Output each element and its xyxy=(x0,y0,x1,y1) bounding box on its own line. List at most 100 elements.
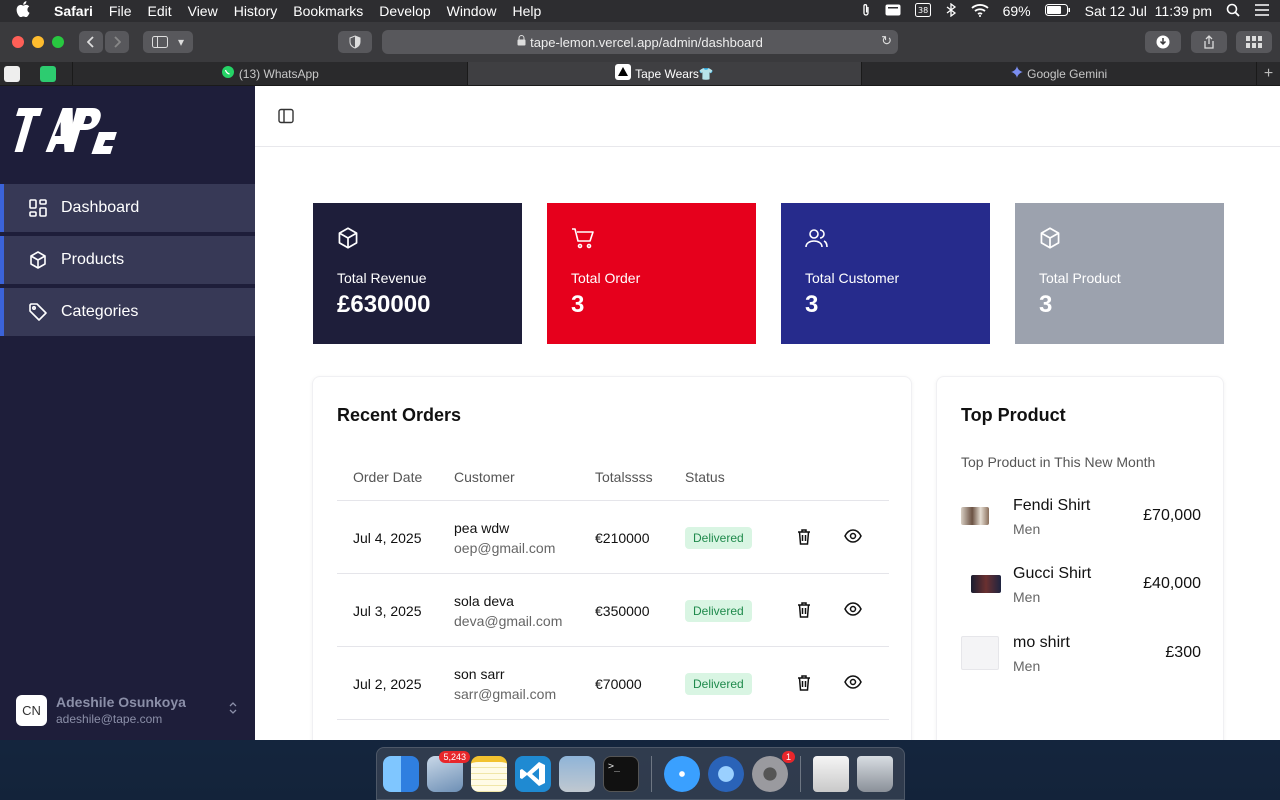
minimize-window-button[interactable] xyxy=(32,36,44,48)
stat-label: Total Revenue xyxy=(337,270,427,286)
stat-card-revenue[interactable]: Total Revenue £630000 xyxy=(313,203,522,344)
customer-name: pea wdw xyxy=(454,520,510,536)
orders-table: Order Date Customer Totalssss Status Jul… xyxy=(337,451,889,720)
menu-develop[interactable]: Develop xyxy=(371,3,438,19)
bluetooth-icon[interactable] xyxy=(945,2,957,20)
trash-icon[interactable] xyxy=(797,675,811,694)
tab-whatsapp[interactable]: (13) WhatsApp xyxy=(72,62,467,85)
back-button[interactable] xyxy=(79,31,103,53)
user-menu[interactable]: CN Adeshile Osunkoya adeshile@tape.com xyxy=(16,694,240,726)
menu-history[interactable]: History xyxy=(226,3,286,19)
sidebar-item-products[interactable]: Products xyxy=(0,236,255,284)
apple-icon[interactable] xyxy=(0,1,46,21)
vscode-icon[interactable] xyxy=(515,755,551,792)
tab-overview-button[interactable] xyxy=(1236,31,1272,53)
privacy-report-button[interactable] xyxy=(338,31,372,53)
dock-separator xyxy=(800,755,801,792)
pinned-tab-2[interactable] xyxy=(24,62,72,86)
battery-percent: 69% xyxy=(1002,3,1031,19)
stat-card-customers[interactable]: Total Customer 3 xyxy=(781,203,990,344)
tab-tape-wears[interactable]: Tape Wears👕 xyxy=(466,62,862,85)
menu-edit[interactable]: Edit xyxy=(139,3,179,19)
menu-app-name[interactable]: Safari xyxy=(46,3,101,19)
card-title: Recent Orders xyxy=(337,405,462,425)
menu-help[interactable]: Help xyxy=(504,3,549,19)
tab-bar: (13) WhatsApp Tape Wears👕 Google Gemini … xyxy=(0,62,1280,86)
new-tab-button[interactable]: + xyxy=(1256,62,1280,85)
status-icon[interactable]: 38 xyxy=(914,2,931,20)
safari-window: ▾ tape-lemon.vercel.app/admin/dashboard … xyxy=(0,22,1280,740)
stat-card-products[interactable]: Total Product 3 xyxy=(1015,203,1224,344)
downloads-button[interactable] xyxy=(1145,31,1181,53)
share-button[interactable] xyxy=(1191,31,1227,53)
stat-value: 3 xyxy=(571,291,585,318)
user-email: adeshile@tape.com xyxy=(56,712,163,726)
settings-badge: 1 xyxy=(781,750,795,763)
trash-icon[interactable] xyxy=(797,529,811,548)
close-window-button[interactable] xyxy=(12,36,24,48)
clock[interactable]: Sat 12 Jul 11:39 pm xyxy=(1085,3,1212,19)
reload-icon[interactable]: ↻ xyxy=(881,33,892,49)
column-header[interactable]: Order Date xyxy=(353,469,422,485)
order-total: €350000 xyxy=(595,603,650,619)
menu-file[interactable]: File xyxy=(101,3,140,19)
eye-icon[interactable] xyxy=(844,602,862,619)
pinned-tab-1[interactable] xyxy=(0,62,24,86)
box-icon xyxy=(337,227,359,254)
column-header[interactable]: Totalssss xyxy=(595,469,653,485)
tab-google-gemini[interactable]: Google Gemini xyxy=(861,62,1256,85)
sidebar-item-label: Categories xyxy=(61,303,139,320)
menu-view[interactable]: View xyxy=(180,3,226,19)
product-thumbnail xyxy=(961,507,989,525)
sidebar-toggle-icon[interactable] xyxy=(278,108,294,129)
sidebar-item-categories[interactable]: Categories xyxy=(0,288,255,336)
terminal-icon[interactable]: >_ xyxy=(603,755,639,792)
eye-icon[interactable] xyxy=(844,675,862,692)
share-icon xyxy=(1204,35,1214,49)
notes-icon[interactable] xyxy=(471,755,507,792)
shield-icon xyxy=(349,35,361,49)
finder-icon[interactable] xyxy=(383,755,419,792)
quicktime-icon[interactable] xyxy=(708,755,744,792)
list-item[interactable]: Fendi Shirt Men £70,000 xyxy=(961,497,1201,545)
product-price: £300 xyxy=(1165,644,1201,661)
keyboard-icon[interactable] xyxy=(885,3,901,19)
table-row[interactable]: Jul 3, 2025 sola deva deva@gmail.com €35… xyxy=(337,574,889,647)
download-icon xyxy=(1156,35,1170,49)
list-item[interactable]: Gucci Shirt Men £40,000 xyxy=(961,565,1201,613)
brand-logo[interactable] xyxy=(13,102,119,160)
wifi-icon[interactable] xyxy=(970,3,989,20)
trash-icon[interactable] xyxy=(797,602,811,621)
sidebar-item-dashboard[interactable]: Dashboard xyxy=(0,184,255,232)
column-header[interactable]: Status xyxy=(685,469,725,485)
tab-label: (13) WhatsApp xyxy=(238,66,319,81)
preview-icon[interactable] xyxy=(559,755,595,792)
trash-icon[interactable] xyxy=(857,755,893,792)
fullscreen-window-button[interactable] xyxy=(52,36,64,48)
control-center-icon[interactable] xyxy=(1254,3,1270,20)
mail-icon[interactable]: 5,243 xyxy=(427,750,470,792)
spotlight-search-icon[interactable] xyxy=(1226,3,1240,20)
admin-app: Dashboard Products Categories CN Adeshil… xyxy=(0,86,1280,740)
customer-cell: sola deva deva@gmail.com xyxy=(454,593,562,629)
stat-card-orders[interactable]: Total Order 3 xyxy=(547,203,756,344)
column-header[interactable]: Customer xyxy=(454,469,515,485)
paperclip-icon[interactable] xyxy=(861,3,871,20)
sidebar-toggle-button[interactable]: ▾ xyxy=(143,31,193,53)
table-row[interactable]: Jul 4, 2025 pea wdw oep@gmail.com €21000… xyxy=(337,501,889,574)
battery-icon[interactable] xyxy=(1044,3,1071,19)
eye-icon[interactable] xyxy=(844,529,862,546)
forward-button[interactable] xyxy=(105,31,129,53)
menu-window[interactable]: Window xyxy=(439,3,505,19)
order-date: Jul 4, 2025 xyxy=(353,530,422,546)
gear-icon[interactable]: 1 xyxy=(752,750,795,792)
tab-label: Google Gemini xyxy=(1027,66,1108,81)
table-row[interactable]: Jul 2, 2025 son sarr sarr@gmail.com €700… xyxy=(337,647,889,720)
product-name: Fendi Shirt xyxy=(1013,497,1091,514)
list-item[interactable]: mo shirt Men £300 xyxy=(961,634,1201,682)
menu-bookmarks[interactable]: Bookmarks xyxy=(285,3,371,19)
order-total: €70000 xyxy=(595,676,642,692)
documents-stack-icon[interactable] xyxy=(813,755,849,792)
safari-icon[interactable] xyxy=(664,755,700,792)
address-bar[interactable]: tape-lemon.vercel.app/admin/dashboard ↻ xyxy=(382,30,898,54)
